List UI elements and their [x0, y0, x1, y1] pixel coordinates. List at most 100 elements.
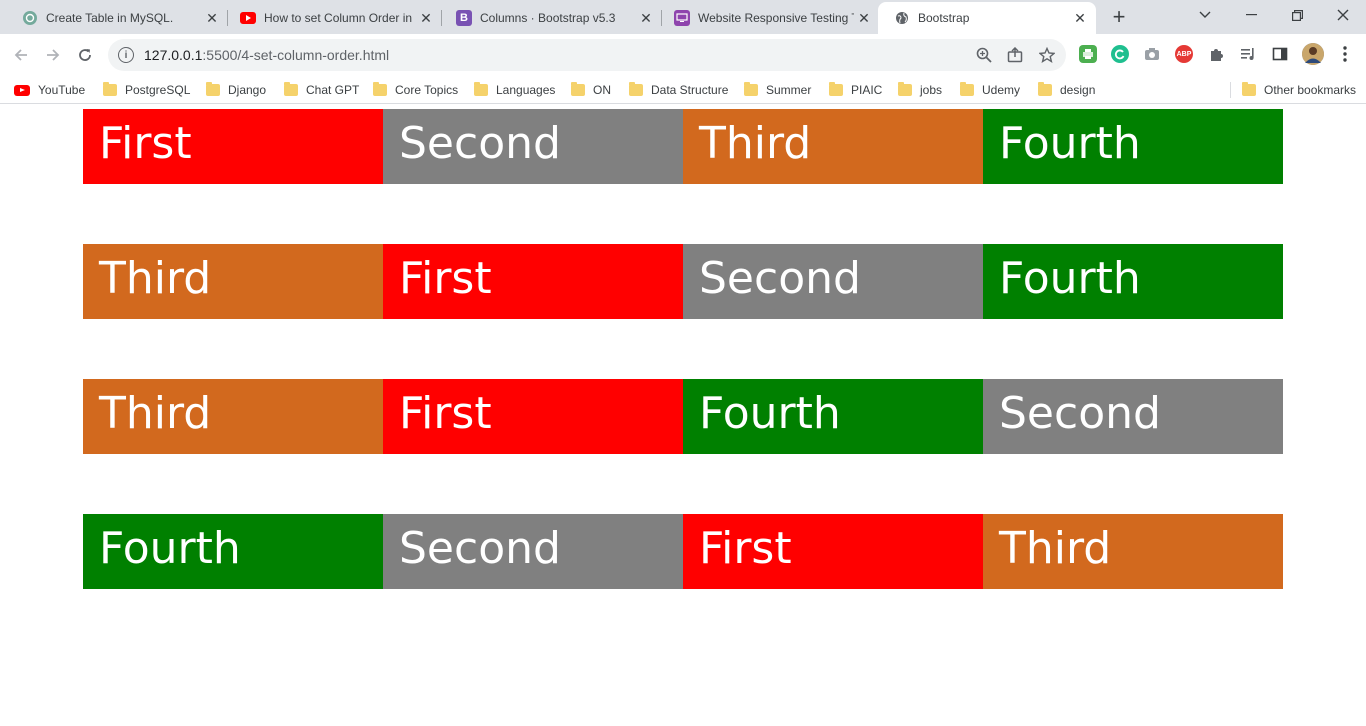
column-cell: Third	[83, 244, 383, 319]
bookmark-jobs[interactable]: jobs	[898, 81, 942, 99]
page-content: First Second Third Fourth Third First Se…	[0, 105, 1366, 726]
column-row-4: Fourth Second First Third	[83, 514, 1283, 589]
profile-avatar[interactable]	[1302, 43, 1324, 65]
camera-extension-icon[interactable]	[1143, 45, 1161, 63]
zoom-icon[interactable]	[975, 46, 993, 64]
tab-bootstrap-active[interactable]: Bootstrap ✕	[878, 2, 1096, 34]
restore-button[interactable]	[1274, 0, 1320, 30]
tab-column-order-video[interactable]: How to set Column Order in B ✕	[224, 2, 442, 34]
tab-bootstrap-columns[interactable]: B Columns · Bootstrap v5.3 ✕	[440, 2, 662, 34]
address-bar[interactable]: i 127.0.0.1:5500/4-set-column-order.html	[108, 39, 1066, 71]
tab-create-table[interactable]: Create Table in MySQL. ✕	[6, 2, 228, 34]
bookmark-label: YouTube	[38, 83, 86, 97]
close-window-button[interactable]	[1320, 0, 1366, 30]
bookmark-on[interactable]: ON	[571, 81, 611, 99]
folder-icon	[1038, 82, 1052, 96]
column-cell: Second	[683, 244, 983, 319]
column-cell: Third	[983, 514, 1283, 589]
bookmark-languages[interactable]: Languages	[474, 81, 555, 99]
column-cell: Third	[683, 109, 983, 184]
column-cell: Second	[383, 109, 683, 184]
close-icon[interactable]: ✕	[1070, 8, 1090, 28]
close-icon[interactable]: ✕	[854, 8, 874, 28]
youtube-icon	[240, 10, 256, 26]
bookmark-label: Other bookmarks	[1264, 83, 1357, 97]
column-cell: First	[83, 109, 383, 184]
folder-icon	[206, 82, 220, 96]
bookmark-label: ON	[593, 83, 611, 97]
folder-icon	[629, 82, 643, 96]
tab-title: Create Table in MySQL.	[46, 11, 174, 25]
reload-button[interactable]	[72, 42, 98, 68]
tab-title: Columns · Bootstrap v5.3	[480, 11, 616, 25]
bookmark-chat-gpt[interactable]: Chat GPT	[284, 81, 359, 99]
site-info-icon[interactable]: i	[118, 47, 134, 63]
bookmark-label: Summer	[766, 83, 812, 97]
media-control-icon[interactable]	[1239, 45, 1257, 63]
bookmark-label: Languages	[496, 83, 556, 97]
column-cell: Second	[983, 379, 1283, 454]
bookmarks-divider	[1230, 82, 1231, 98]
globe-icon	[894, 10, 910, 26]
minimize-button[interactable]	[1228, 0, 1274, 30]
adblock-plus-icon[interactable]: ABP	[1175, 45, 1193, 63]
column-cell: First	[383, 379, 683, 454]
column-row-1: First Second Third Fourth	[83, 109, 1283, 184]
tab-title: Bootstrap	[918, 11, 970, 25]
print-extension-icon[interactable]	[1079, 45, 1097, 63]
bookmark-piaic[interactable]: PIAIC	[829, 81, 882, 99]
column-cell: Fourth	[83, 514, 383, 589]
folder-icon	[373, 82, 387, 96]
side-panel-icon[interactable]	[1271, 45, 1289, 63]
back-button[interactable]	[8, 42, 34, 68]
bookmark-label: PostgreSQL	[125, 83, 191, 97]
chatgpt-icon	[22, 10, 38, 26]
bookmark-label: Django	[228, 83, 267, 97]
bookmark-star-icon[interactable]	[1038, 46, 1056, 64]
folder-icon	[960, 82, 974, 96]
close-icon[interactable]: ✕	[636, 8, 656, 28]
column-row-2: Third First Second Fourth	[83, 244, 1283, 319]
tab-responsive-testing[interactable]: Website Responsive Testing T ✕	[658, 2, 880, 34]
bookmark-label: Data Structure	[651, 83, 729, 97]
bookmark-label: Udemy	[982, 83, 1021, 97]
bookmark-other[interactable]: Other bookmarks	[1242, 81, 1356, 99]
bookmark-django[interactable]: Django	[206, 81, 266, 99]
tab-title: Website Responsive Testing T	[698, 11, 854, 25]
folder-icon	[571, 82, 585, 96]
url-text: 127.0.0.1:5500/4-set-column-order.html	[144, 47, 389, 63]
close-icon[interactable]: ✕	[202, 8, 222, 28]
close-icon[interactable]: ✕	[416, 8, 436, 28]
bookmark-label: Core Topics	[395, 83, 459, 97]
share-icon[interactable]	[1006, 46, 1024, 64]
folder-icon	[744, 82, 758, 96]
bookmark-udemy[interactable]: Udemy	[960, 81, 1020, 99]
bookmark-data-structure[interactable]: Data Structure	[629, 81, 728, 99]
column-cell: Third	[83, 379, 383, 454]
bookmark-design[interactable]: design	[1038, 81, 1095, 99]
forward-button[interactable]	[40, 42, 66, 68]
bookmarks-bar: YouTube PostgreSQL Django Chat GPT Core …	[0, 76, 1366, 104]
column-row-3: Third First Fourth Second	[83, 379, 1283, 454]
new-tab-button[interactable]: +	[1106, 4, 1132, 30]
url-host: 127.0.0.1	[144, 47, 203, 63]
url-path: :5500/4-set-column-order.html	[202, 47, 390, 63]
tab-title: How to set Column Order in B	[264, 11, 416, 25]
column-cell: Second	[383, 514, 683, 589]
bookmark-core-topics[interactable]: Core Topics	[373, 81, 458, 99]
bookmark-postgresql[interactable]: PostgreSQL	[103, 81, 190, 99]
folder-icon	[103, 82, 117, 96]
folder-icon	[1242, 82, 1256, 96]
column-cell: Fourth	[983, 109, 1283, 184]
tab-search-icon[interactable]	[1182, 0, 1228, 30]
bookmark-summer[interactable]: Summer	[744, 81, 811, 99]
extensions-puzzle-icon[interactable]	[1207, 45, 1225, 63]
bootstrap-icon: B	[456, 10, 472, 26]
grammarly-extension-icon[interactable]	[1111, 45, 1129, 63]
tab-strip: Create Table in MySQL. ✕ How to set Colu…	[0, 0, 1366, 34]
bookmark-label: Chat GPT	[306, 83, 360, 97]
bookmark-youtube[interactable]: YouTube	[14, 81, 85, 99]
kebab-menu-icon[interactable]	[1336, 45, 1354, 63]
folder-icon	[898, 82, 912, 96]
column-cell: Fourth	[683, 379, 983, 454]
